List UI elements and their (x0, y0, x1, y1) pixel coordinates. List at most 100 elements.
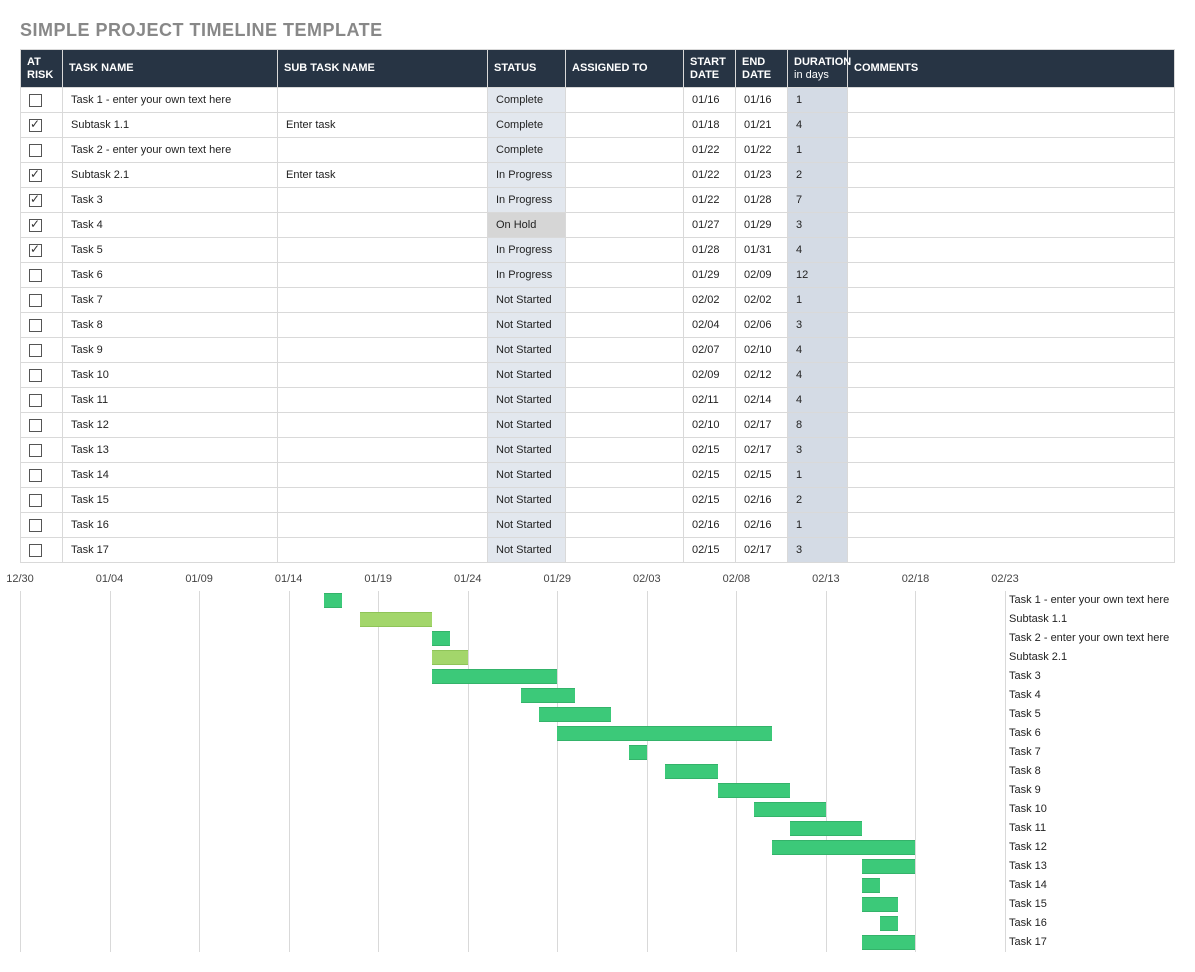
status-cell[interactable]: Not Started (488, 488, 566, 513)
subtask-name-cell[interactable] (278, 238, 488, 263)
duration-cell[interactable]: 4 (788, 388, 848, 413)
end-date-cell[interactable]: 01/28 (736, 188, 788, 213)
duration-cell[interactable]: 4 (788, 238, 848, 263)
start-date-cell[interactable]: 02/02 (684, 288, 736, 313)
task-name-cell[interactable]: Task 6 (63, 263, 278, 288)
subtask-name-cell[interactable] (278, 538, 488, 563)
start-date-cell[interactable]: 02/07 (684, 338, 736, 363)
at-risk-cell[interactable] (21, 88, 63, 113)
at-risk-cell[interactable] (21, 538, 63, 563)
end-date-cell[interactable]: 01/22 (736, 138, 788, 163)
assigned-cell[interactable] (566, 413, 684, 438)
comments-cell[interactable] (848, 313, 1175, 338)
duration-cell[interactable]: 1 (788, 88, 848, 113)
status-cell[interactable]: Not Started (488, 363, 566, 388)
status-cell[interactable]: Not Started (488, 338, 566, 363)
subtask-name-cell[interactable] (278, 213, 488, 238)
comments-cell[interactable] (848, 238, 1175, 263)
start-date-cell[interactable]: 01/18 (684, 113, 736, 138)
at-risk-cell[interactable] (21, 413, 63, 438)
gantt-bar[interactable] (629, 745, 647, 760)
duration-cell[interactable]: 1 (788, 513, 848, 538)
checkbox-icon[interactable] (29, 144, 42, 157)
comments-cell[interactable] (848, 263, 1175, 288)
status-cell[interactable]: Complete (488, 138, 566, 163)
duration-cell[interactable]: 2 (788, 488, 848, 513)
task-name-cell[interactable]: Task 12 (63, 413, 278, 438)
gantt-bar[interactable] (360, 612, 432, 627)
at-risk-cell[interactable] (21, 488, 63, 513)
comments-cell[interactable] (848, 388, 1175, 413)
start-date-cell[interactable]: 02/15 (684, 463, 736, 488)
subtask-name-cell[interactable] (278, 88, 488, 113)
checkbox-icon[interactable] (29, 119, 42, 132)
duration-cell[interactable]: 12 (788, 263, 848, 288)
subtask-name-cell[interactable]: Enter task (278, 163, 488, 188)
comments-cell[interactable] (848, 138, 1175, 163)
gantt-bar[interactable] (432, 669, 557, 684)
assigned-cell[interactable] (566, 113, 684, 138)
subtask-name-cell[interactable] (278, 388, 488, 413)
start-date-cell[interactable]: 02/10 (684, 413, 736, 438)
duration-cell[interactable]: 1 (788, 288, 848, 313)
duration-cell[interactable]: 1 (788, 463, 848, 488)
status-cell[interactable]: In Progress (488, 263, 566, 288)
duration-cell[interactable]: 2 (788, 163, 848, 188)
assigned-cell[interactable] (566, 538, 684, 563)
at-risk-cell[interactable] (21, 313, 63, 338)
at-risk-cell[interactable] (21, 288, 63, 313)
gantt-bar[interactable] (880, 916, 898, 931)
end-date-cell[interactable]: 02/16 (736, 488, 788, 513)
checkbox-icon[interactable] (29, 519, 42, 532)
end-date-cell[interactable]: 02/09 (736, 263, 788, 288)
comments-cell[interactable] (848, 213, 1175, 238)
start-date-cell[interactable]: 02/15 (684, 438, 736, 463)
gantt-bar[interactable] (862, 935, 916, 950)
comments-cell[interactable] (848, 463, 1175, 488)
assigned-cell[interactable] (566, 163, 684, 188)
comments-cell[interactable] (848, 338, 1175, 363)
at-risk-cell[interactable] (21, 388, 63, 413)
comments-cell[interactable] (848, 438, 1175, 463)
task-name-cell[interactable]: Task 1 - enter your own text here (63, 88, 278, 113)
duration-cell[interactable]: 8 (788, 413, 848, 438)
end-date-cell[interactable]: 02/16 (736, 513, 788, 538)
gantt-bar[interactable] (862, 859, 916, 874)
duration-cell[interactable]: 4 (788, 363, 848, 388)
checkbox-icon[interactable] (29, 419, 42, 432)
at-risk-cell[interactable] (21, 138, 63, 163)
status-cell[interactable]: Not Started (488, 463, 566, 488)
duration-cell[interactable]: 4 (788, 113, 848, 138)
task-name-cell[interactable]: Subtask 2.1 (63, 163, 278, 188)
status-cell[interactable]: Not Started (488, 288, 566, 313)
subtask-name-cell[interactable] (278, 513, 488, 538)
gantt-bar[interactable] (324, 593, 342, 608)
task-name-cell[interactable]: Task 7 (63, 288, 278, 313)
checkbox-icon[interactable] (29, 469, 42, 482)
checkbox-icon[interactable] (29, 319, 42, 332)
duration-cell[interactable]: 7 (788, 188, 848, 213)
start-date-cell[interactable]: 02/16 (684, 513, 736, 538)
subtask-name-cell[interactable] (278, 338, 488, 363)
subtask-name-cell[interactable] (278, 188, 488, 213)
status-cell[interactable]: Not Started (488, 538, 566, 563)
end-date-cell[interactable]: 01/31 (736, 238, 788, 263)
assigned-cell[interactable] (566, 188, 684, 213)
comments-cell[interactable] (848, 188, 1175, 213)
checkbox-icon[interactable] (29, 94, 42, 107)
start-date-cell[interactable]: 01/28 (684, 238, 736, 263)
end-date-cell[interactable]: 02/17 (736, 413, 788, 438)
assigned-cell[interactable] (566, 388, 684, 413)
task-name-cell[interactable]: Task 4 (63, 213, 278, 238)
task-name-cell[interactable]: Task 13 (63, 438, 278, 463)
gantt-bar[interactable] (521, 688, 575, 703)
duration-cell[interactable]: 3 (788, 538, 848, 563)
gantt-bar[interactable] (772, 840, 915, 855)
comments-cell[interactable] (848, 513, 1175, 538)
status-cell[interactable]: Complete (488, 113, 566, 138)
assigned-cell[interactable] (566, 438, 684, 463)
at-risk-cell[interactable] (21, 463, 63, 488)
start-date-cell[interactable]: 01/22 (684, 163, 736, 188)
start-date-cell[interactable]: 01/27 (684, 213, 736, 238)
checkbox-icon[interactable] (29, 394, 42, 407)
